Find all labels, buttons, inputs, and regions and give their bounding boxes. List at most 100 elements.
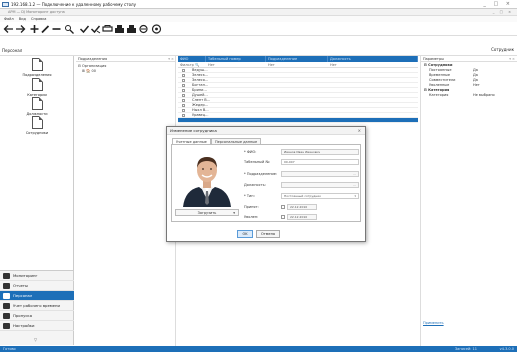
row-checkbox[interactable] (182, 74, 185, 77)
param-row[interactable]: Категория Не выбрано (423, 93, 516, 98)
hired-date-field[interactable]: 22.12.2010 (287, 204, 317, 210)
type-label: * Тип: (244, 194, 255, 198)
nav-monitoring[interactable]: Мониторинг (0, 271, 74, 281)
app-title: АРМ — DJ Мониторинг доступа (8, 10, 65, 14)
forward-icon[interactable] (15, 24, 26, 34)
departments-title: Подразделения (78, 57, 108, 61)
document-icon (31, 78, 43, 91)
dialog-title-bar: Изменение сотрудника × (167, 127, 365, 135)
chevron-down-icon[interactable]: ▾ (354, 194, 356, 199)
fired-date-field[interactable]: 22.12.2010 (287, 214, 317, 220)
row-checkbox[interactable] (182, 94, 185, 97)
entity-label: Сотрудники (25, 131, 49, 135)
help-icon[interactable] (151, 24, 162, 34)
delete-icon[interactable] (51, 24, 62, 34)
row-checkbox[interactable] (182, 69, 185, 72)
department-label: * Подразделение: (244, 172, 278, 176)
entity-departments[interactable]: Подразделения (7, 58, 67, 77)
toolbar (0, 22, 517, 36)
row-checkbox[interactable] (182, 89, 185, 92)
table-row-selected[interactable] (178, 118, 418, 123)
entity-categories[interactable]: Категории (7, 78, 67, 97)
nav-passes[interactable]: Пропуска (0, 311, 74, 321)
entity-positions[interactable]: Должности (7, 97, 67, 116)
row-checkbox[interactable] (182, 99, 185, 102)
menu-view[interactable]: Вид (19, 17, 26, 21)
entity-employees[interactable]: Сотрудники (7, 116, 67, 135)
document-icon (31, 116, 43, 129)
tree-node-organization[interactable]: ⊟ Организация (78, 64, 106, 68)
apply-link[interactable]: Применить (423, 321, 444, 325)
reports-icon (3, 283, 10, 289)
nav-personnel[interactable]: Персонал (0, 291, 74, 301)
param-value[interactable]: Не выбрано (473, 93, 495, 98)
nav-label: Мониторинг (13, 273, 38, 278)
monitor-icon (2, 2, 9, 7)
tabnum-field[interactable]: 00-007 (281, 159, 359, 165)
position-label: Должность: (244, 183, 266, 187)
chevron-down-icon[interactable]: ▾ (233, 210, 235, 216)
menu-help[interactable]: Справка (31, 17, 46, 21)
personnel-icon (3, 293, 10, 299)
edit-icon[interactable] (40, 24, 51, 34)
ellipsis-icon[interactable]: … (353, 183, 356, 188)
hired-checkbox[interactable] (281, 205, 285, 209)
row-checkbox[interactable] (182, 104, 185, 107)
row-checkbox[interactable] (182, 79, 185, 82)
fired-label: Уволен: (244, 215, 259, 219)
close-icon[interactable]: × (358, 127, 361, 135)
fired-checkbox[interactable] (281, 215, 285, 219)
status-version: v4.3.0.0 (499, 347, 514, 351)
dialog-title: Изменение сотрудника (170, 128, 217, 133)
nav-label: Персонал (13, 293, 33, 298)
menu-file[interactable]: Файл (4, 17, 14, 21)
status-records: Записей: 11 (454, 347, 477, 351)
nav-reports[interactable]: Отчеты (0, 281, 74, 291)
cancel-button[interactable]: Отмена (256, 230, 280, 238)
row-checkbox[interactable] (182, 84, 185, 87)
uncheck-icon[interactable] (90, 24, 101, 34)
nav-label: Пропуска (13, 313, 33, 318)
section-strip: Персонал Сотрудник (0, 36, 517, 56)
print1-icon[interactable] (114, 24, 125, 34)
edit-employee-dialog: Изменение сотрудника × Учетные данные Пе… (166, 126, 366, 242)
row-checkbox[interactable] (182, 114, 185, 117)
tree-node-child[interactable]: ⊞ 🏠 00 (82, 69, 96, 73)
app-title-bar: АРМ — DJ Мониторинг доступа _ □ × (0, 9, 517, 16)
panel-controls[interactable]: ▾ × (509, 56, 515, 62)
hired-label: Принят: (244, 205, 259, 209)
back-icon[interactable] (3, 24, 14, 34)
add-icon[interactable] (29, 24, 40, 34)
print2-icon[interactable] (126, 24, 137, 34)
time-icon (3, 303, 10, 309)
nav-expand-icon[interactable]: ▽ (34, 337, 37, 342)
panel-controls[interactable]: ▾ × (168, 56, 174, 62)
ok-button[interactable]: OK (237, 230, 253, 238)
monitoring-icon (3, 273, 10, 279)
nav-time[interactable]: Учет рабочего времени (0, 301, 74, 311)
print3-icon[interactable] (138, 24, 149, 34)
entity-panel: Подразделения Категории Должности Сотруд… (0, 56, 74, 270)
row-checkbox[interactable] (182, 109, 185, 112)
nav-label: Учет рабочего времени (13, 303, 60, 308)
position-select[interactable]: … (281, 182, 359, 188)
type-value: Постоянный сотрудник (284, 194, 322, 198)
check-icon[interactable] (79, 24, 90, 34)
passes-icon (3, 313, 10, 319)
find-icon[interactable] (64, 24, 75, 34)
settings-icon (3, 323, 10, 329)
nav-label: Отчеты (13, 283, 28, 288)
app-window-controls[interactable]: _ □ × (493, 9, 513, 16)
parameters-panel: Параметры ▾ × ⊟ Сотрудники Постоянные Да Вр… (420, 56, 517, 346)
department-select[interactable]: … (281, 171, 359, 177)
rdp-window-controls[interactable]: _ □ × (483, 0, 513, 9)
upload-photo-button[interactable]: Загрузить ▾ (175, 209, 239, 216)
document-icon (31, 97, 43, 110)
copy-icon[interactable] (102, 24, 113, 34)
module-nav: Мониторинг Отчеты Персонал Учет рабочего… (0, 270, 74, 345)
rdp-title: 192.168.1.2 — Подключение к удаленному р… (11, 2, 136, 7)
nav-settings[interactable]: Настройки (0, 321, 74, 331)
ellipsis-icon[interactable]: … (353, 172, 356, 177)
fio-field[interactable]: Иванов Иван Иванович (281, 149, 359, 155)
type-select[interactable]: Постоянный сотрудник ▾ (281, 193, 359, 199)
